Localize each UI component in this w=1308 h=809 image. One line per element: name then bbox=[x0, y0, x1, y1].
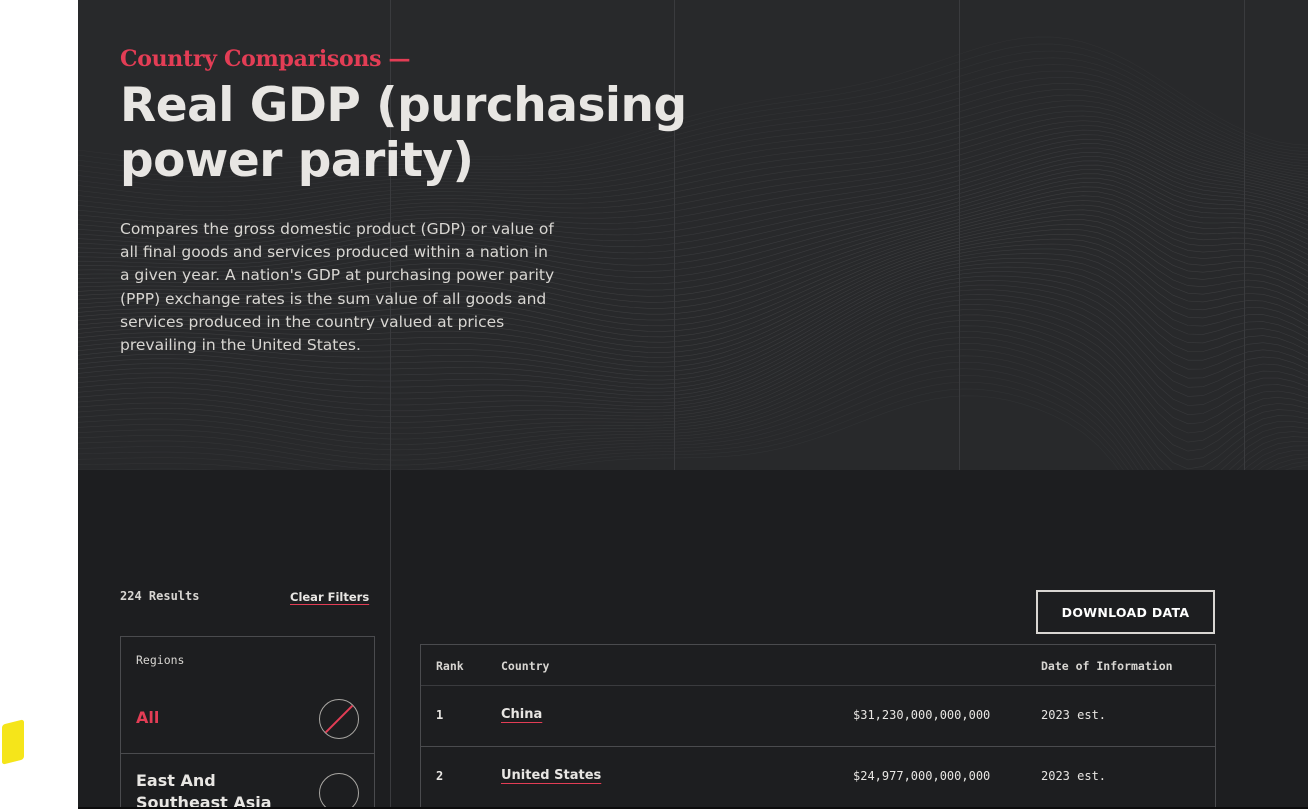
page-description: Compares the gross domestic product (GDP… bbox=[120, 220, 555, 355]
column-header-rank[interactable]: Rank bbox=[436, 659, 464, 673]
table-row: 1 China $31,230,000,000,000 2023 est. bbox=[421, 685, 1215, 747]
hero-section: Country Comparisons — Real GDP (purchasi… bbox=[78, 0, 1308, 470]
grid-line bbox=[959, 0, 960, 470]
page: Country Comparisons — Real GDP (purchasi… bbox=[78, 0, 1308, 809]
regions-filter: Regions All East And Southeast Asia bbox=[120, 636, 375, 809]
gdp-table: Rank Country Date of Information 1 China… bbox=[420, 644, 1216, 809]
date-cell: 2023 est. bbox=[1041, 769, 1107, 783]
rank-cell: 1 bbox=[436, 708, 444, 722]
table-row: 2 United States $24,977,000,000,000 2023… bbox=[421, 746, 1215, 808]
results-count: 224 Results bbox=[120, 589, 200, 603]
feedback-tab[interactable] bbox=[2, 719, 24, 765]
region-option-all[interactable]: All bbox=[121, 689, 374, 751]
clear-filters-link[interactable]: Clear Filters bbox=[290, 590, 369, 604]
date-cell: 2023 est. bbox=[1041, 708, 1107, 722]
column-header-country[interactable]: Country bbox=[501, 659, 549, 673]
country-link[interactable]: China bbox=[501, 707, 542, 722]
grid-line bbox=[674, 0, 675, 470]
region-option-label: All bbox=[136, 708, 160, 727]
value-cell: $31,230,000,000,000 bbox=[853, 708, 991, 722]
grid-line bbox=[390, 470, 391, 809]
region-option-east-southeast-asia[interactable]: East And Southeast Asia bbox=[121, 753, 374, 809]
country-link[interactable]: United States bbox=[501, 768, 601, 783]
grid-line bbox=[1244, 0, 1245, 470]
value-cell: $24,977,000,000,000 bbox=[853, 769, 991, 783]
download-data-button[interactable]: DOWNLOAD DATA bbox=[1036, 590, 1215, 634]
column-header-date[interactable]: Date of Information bbox=[1041, 659, 1173, 673]
regions-title: Regions bbox=[136, 653, 185, 667]
region-option-label: East And Southeast Asia bbox=[136, 771, 272, 809]
section-eyebrow: Country Comparisons — bbox=[120, 46, 411, 72]
page-title: Real GDP (purchasing power parity) bbox=[120, 78, 687, 188]
radio-selected-icon[interactable] bbox=[319, 699, 359, 739]
radio-unselected-icon[interactable] bbox=[319, 773, 359, 809]
wave-line bbox=[78, 349, 1308, 470]
left-margin bbox=[0, 0, 78, 809]
rank-cell: 2 bbox=[436, 769, 444, 783]
